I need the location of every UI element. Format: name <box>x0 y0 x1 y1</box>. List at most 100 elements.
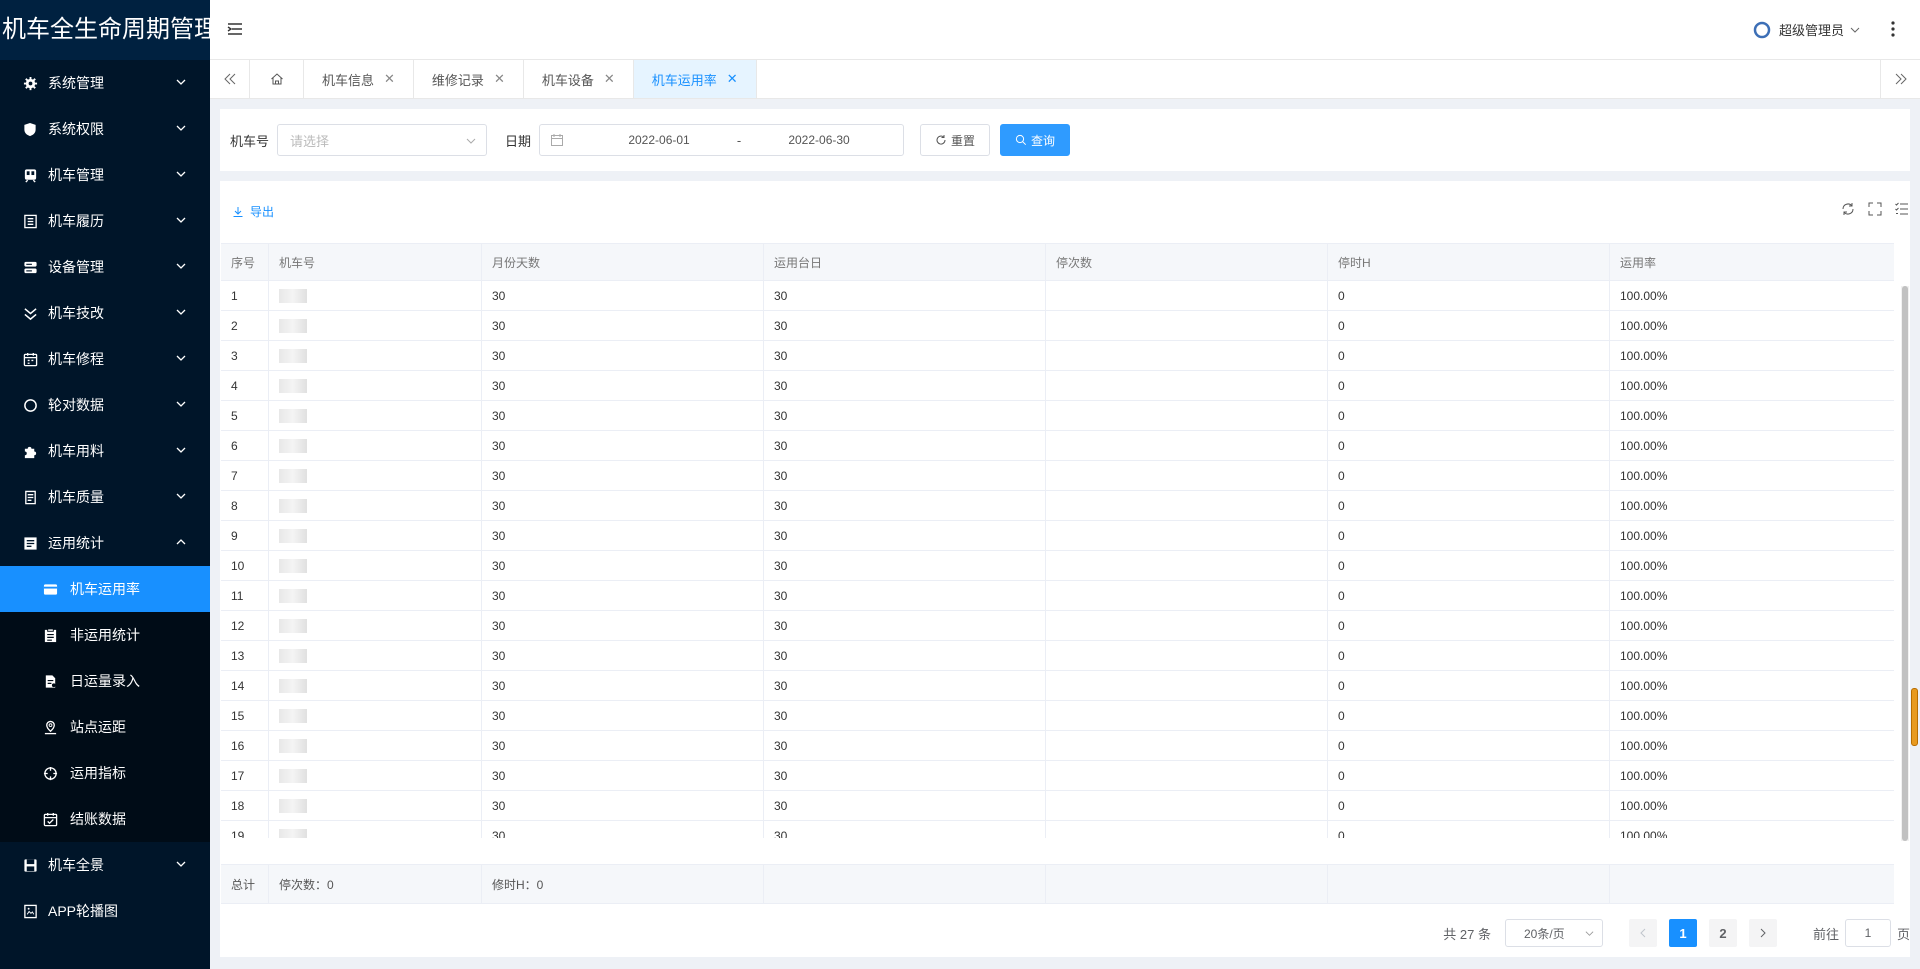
column-header[interactable]: 月份天数 <box>482 244 764 280</box>
close-icon[interactable]: ✕ <box>604 71 615 87</box>
table-cell <box>1046 731 1328 760</box>
table-cell <box>1046 491 1328 520</box>
page-button[interactable]: 1 <box>1668 919 1697 947</box>
goto-page: 前往 1 页 <box>1813 919 1910 947</box>
sidebar-subitem-4[interactable]: 站点运距 <box>0 704 210 750</box>
table-row[interactable]: 7 30 30 0 100.00% <box>221 461 1894 491</box>
next-page-button[interactable] <box>1748 919 1777 947</box>
sidebar-item-4[interactable]: 机车履历 <box>0 198 210 244</box>
sidebar-subitem-1[interactable]: 机车运用率 <box>0 566 210 612</box>
column-header[interactable]: 机车号 <box>269 244 482 280</box>
column-settings-icon[interactable] <box>1894 201 1910 217</box>
table-row[interactable]: 16 30 30 0 100.00% <box>221 731 1894 761</box>
table-scrollbar[interactable] <box>1901 286 1909 841</box>
tab-4[interactable]: 机车运用率 ✕ <box>633 60 757 98</box>
table-row[interactable]: 14 30 30 0 100.00% <box>221 671 1894 701</box>
sidebar-item-6[interactable]: 机车技改 <box>0 290 210 336</box>
table-cell: 100.00% <box>1620 648 1668 663</box>
sidebar-subitem-2[interactable]: 非运用统计 <box>0 612 210 658</box>
tab-3[interactable]: 机车设备 ✕ <box>524 60 634 98</box>
table-row[interactable]: 8 30 30 0 100.00% <box>221 491 1894 521</box>
tab-bar: 机车信息 ✕ 维修记录 ✕ 机车设备 ✕ 机车运用率 ✕ <box>210 60 1920 99</box>
sidebar-item-1[interactable]: 系统管理 <box>0 60 210 106</box>
more-vertical-icon[interactable] <box>1890 20 1906 40</box>
table-row[interactable]: 9 30 30 0 100.00% <box>221 521 1894 551</box>
sidebar-subitem-6[interactable]: 结账数据 <box>0 796 210 842</box>
column-header[interactable]: 停次数 <box>1046 244 1328 280</box>
reset-button[interactable]: 重置 <box>920 124 991 156</box>
table-cell: 3 <box>221 341 269 370</box>
table-row[interactable]: 5 30 30 0 100.00% <box>221 401 1894 431</box>
table-row[interactable]: 13 30 30 0 100.00% <box>221 641 1894 671</box>
table-cell <box>269 761 482 790</box>
sidebar-subitem-5[interactable]: 运用指标 <box>0 750 210 796</box>
sidebar-subitem-3[interactable]: 日运量录入 <box>0 658 210 704</box>
table-row[interactable]: 17 30 30 0 100.00% <box>221 761 1894 791</box>
column-header[interactable]: 运用台日 <box>764 244 1046 280</box>
sidebar-item-7[interactable]: 机车修程 <box>0 336 210 382</box>
sidebar-item-10[interactable]: 机车质量 <box>0 474 210 520</box>
table-row[interactable]: 12 30 30 0 100.00% <box>221 611 1894 641</box>
loco-select[interactable]: 请选择 <box>277 124 488 156</box>
sidebar-item-after-2[interactable]: APP轮播图 <box>0 888 210 934</box>
fullscreen-icon[interactable] <box>1867 201 1883 217</box>
sidebar-item-9[interactable]: 机车用料 <box>0 428 210 474</box>
table-row[interactable]: 18 30 30 0 100.00% <box>221 791 1894 821</box>
redacted-value <box>279 618 307 633</box>
sidebar-item-5[interactable]: 设备管理 <box>0 244 210 290</box>
table-row[interactable]: 15 30 30 0 100.00% <box>221 701 1894 731</box>
goto-prefix: 前往 <box>1812 926 1839 942</box>
table-row[interactable]: 6 30 30 0 100.00% <box>221 431 1894 461</box>
table-row[interactable]: 3 30 30 0 100.00% <box>221 341 1894 371</box>
page-button[interactable]: 2 <box>1708 919 1737 947</box>
sidebar-item-3[interactable]: 机车管理 <box>0 152 210 198</box>
table-cell: 30 <box>482 791 764 820</box>
tab-1[interactable]: 机车信息 ✕ <box>304 60 414 98</box>
table-row[interactable]: 10 30 30 0 100.00% <box>221 551 1894 581</box>
home-icon[interactable] <box>250 60 304 98</box>
column-header[interactable]: 运用率 <box>1610 244 1894 280</box>
refresh-icon[interactable] <box>1840 201 1856 217</box>
date-range-picker[interactable]: 2022-06-01 - 2022-06-30 <box>539 124 905 156</box>
redacted-value <box>279 768 307 783</box>
column-header[interactable]: 停时H <box>1328 244 1610 280</box>
table-row[interactable]: 11 30 30 0 100.00% <box>221 581 1894 611</box>
date-end[interactable]: 2022-06-30 <box>764 133 874 147</box>
table-cell <box>1046 341 1328 370</box>
date-start[interactable]: 2022-06-01 <box>604 133 714 147</box>
table-row[interactable]: 1 30 30 0 100.00% <box>221 281 1894 311</box>
table-cell <box>269 311 482 340</box>
sidebar-subitem-label: 站点运距 <box>70 719 126 735</box>
tab-scroll-right-icon[interactable] <box>1880 60 1920 98</box>
table-row[interactable]: 4 30 30 0 100.00% <box>221 371 1894 401</box>
table-row[interactable]: 19 30 30 0 100.00% <box>221 821 1894 838</box>
close-icon[interactable]: ✕ <box>727 71 738 87</box>
table-cell <box>269 461 482 490</box>
page-scrollbar[interactable] <box>1910 100 1920 969</box>
table-row[interactable]: 2 30 30 0 100.00% <box>221 311 1894 341</box>
table-cell: 30 <box>482 491 764 520</box>
tab-scroll-left-icon[interactable] <box>210 60 250 98</box>
sidebar-item-11[interactable]: 运用统计 <box>0 520 210 566</box>
table-cell <box>269 791 482 820</box>
table-cell: 5 <box>221 401 269 430</box>
tab-2[interactable]: 维修记录 ✕ <box>414 60 524 98</box>
close-icon[interactable]: ✕ <box>494 71 505 87</box>
app-title: 机车全生命周期管理 <box>0 0 210 60</box>
close-icon[interactable]: ✕ <box>384 71 395 87</box>
column-header[interactable]: 序号 <box>221 244 269 280</box>
user-menu[interactable]: 超级管理员 <box>1753 20 1860 39</box>
list-icon <box>22 213 38 229</box>
goto-page-input[interactable]: 1 <box>1844 919 1891 947</box>
sidebar-item-2[interactable]: 系统权限 <box>0 106 210 152</box>
sidebar-item-after-1[interactable]: 机车全景 <box>0 842 210 888</box>
page-size-select[interactable]: 20条/页 <box>1504 919 1603 947</box>
query-button[interactable]: 查询 <box>1000 124 1071 156</box>
menu-toggle-icon[interactable] <box>226 20 246 40</box>
chevron-down-icon <box>1850 25 1860 35</box>
prev-page-button[interactable] <box>1628 919 1657 947</box>
table-cell: 0 <box>1328 731 1610 760</box>
table-cell <box>1046 641 1328 670</box>
export-button[interactable]: 导出 <box>232 203 274 220</box>
sidebar-item-8[interactable]: 轮对数据 <box>0 382 210 428</box>
